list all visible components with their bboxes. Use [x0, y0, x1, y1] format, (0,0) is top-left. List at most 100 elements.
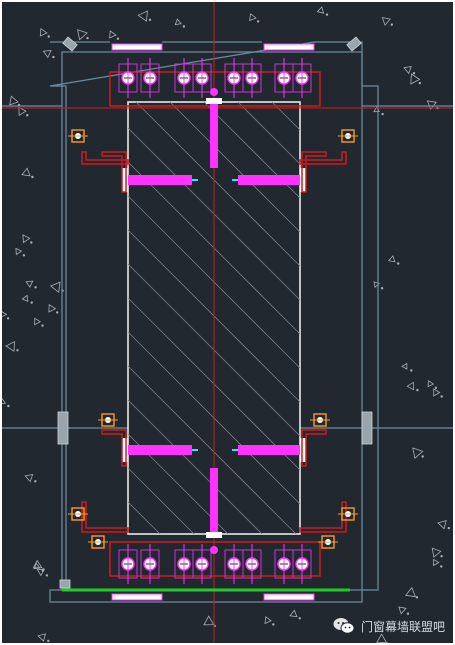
top-fixing-block [109, 43, 321, 107]
h-bolt-left-washer [122, 168, 128, 192]
hatch-dot [47, 35, 50, 38]
watermark: 门窗幕墙联盟吧 [333, 617, 445, 635]
hatch-dot [440, 395, 443, 398]
hatch-triangle [387, 255, 396, 263]
hatch-triangle [24, 473, 34, 483]
hatch-triangle [2, 397, 7, 405]
hatch-dot [22, 254, 26, 257]
hatch-triangle [401, 362, 408, 370]
hatch-triangle [48, 303, 57, 313]
hatch-dot [440, 555, 443, 558]
hatch-dot [434, 386, 438, 390]
hatch-triangle [433, 388, 441, 397]
hatch-dot [410, 369, 413, 372]
hatch-dot [397, 262, 400, 265]
hatch-triangle [5, 341, 15, 352]
bracket-profile [301, 429, 327, 467]
h-bolt-left [128, 175, 192, 185]
hatch-dot [447, 526, 451, 530]
hatch-triangle [437, 520, 447, 530]
hatch-triangle [410, 73, 421, 85]
hatch-triangle [109, 30, 117, 39]
hatch-triangle [406, 381, 415, 391]
hatch-triangle [203, 615, 215, 626]
hatch-dot [31, 175, 34, 179]
hatch-triangle [381, 17, 391, 26]
h-bolt-left [128, 445, 192, 455]
h-bolt-right-washer [300, 168, 306, 192]
hatch-dot [298, 617, 301, 620]
hatch-dot [26, 113, 29, 117]
hatch-dot [440, 565, 443, 568]
hatch-triangle [427, 379, 435, 388]
hatch-triangle [22, 234, 31, 244]
hatch-dot [41, 324, 44, 327]
hatch-triangle [39, 27, 48, 37]
hatch-dot [390, 23, 394, 26]
hatch-triangle [412, 447, 424, 459]
hatch-triangle [433, 558, 440, 567]
bracket-profile [101, 151, 127, 193]
hatch-dot [412, 71, 416, 75]
hatch-dot [418, 81, 422, 85]
hatch-triangle [37, 633, 46, 642]
hatch-triangle [2, 311, 8, 318]
curtain-wall-section-drawing [2, 2, 453, 643]
hatch-dot [7, 404, 10, 408]
hatch-triangle [34, 317, 41, 326]
cad-viewport-frame: 门窗幕墙联盟吧 [0, 0, 455, 645]
hatch-dot [6, 317, 10, 320]
hatch-triangle [25, 280, 34, 288]
hatch-dot [34, 286, 37, 289]
hatch-triangle [9, 95, 19, 106]
hatch-dot [325, 13, 329, 16]
hatch-triangle [316, 6, 325, 14]
bracket-profile [81, 501, 129, 533]
hatch-dot [16, 349, 19, 352]
hatch-triangle [42, 50, 52, 59]
hatch-dot [30, 241, 33, 244]
hatch-triangle [398, 606, 407, 615]
hatch-dot [272, 623, 275, 626]
hatch-dot [56, 311, 59, 314]
h-bolt-right [238, 175, 300, 185]
hatch-dot [380, 287, 384, 290]
hatch-dot [52, 55, 55, 59]
hatch-dot [30, 301, 33, 304]
hatch-dot [45, 574, 49, 577]
hatch-dot [421, 455, 424, 458]
bracket-profile [299, 151, 347, 165]
hatch-triangle [77, 29, 88, 41]
h-bolt-right [238, 445, 300, 455]
hatch-dot [256, 20, 260, 23]
watermark-text: 门窗幕墙联盟吧 [360, 619, 445, 634]
hatch-triangle [431, 547, 442, 558]
hatch-triangle [289, 609, 298, 618]
hatch-dot [406, 612, 410, 615]
hatch-dot [381, 112, 384, 116]
hatch-triangle [15, 247, 23, 256]
hatch-triangle [21, 167, 31, 177]
hatch-dot [34, 480, 37, 483]
wechat-icon [333, 618, 355, 634]
hatch-dot [116, 37, 120, 40]
hatch-triangle [405, 586, 417, 598]
hatch-triangle [174, 18, 182, 26]
hatch-triangle [376, 633, 388, 643]
bracket-profile [81, 151, 129, 165]
h-bolt-left-washer [122, 438, 128, 462]
hatch-dot [182, 25, 186, 28]
bracket-profile [299, 501, 347, 533]
hatch-dot [148, 18, 152, 22]
cad-drawing-canvas[interactable]: 门窗幕墙联盟吧 [2, 2, 453, 643]
hatch-triangle [49, 281, 61, 293]
hatch-triangle [21, 294, 29, 303]
h-bolt-right-washer [300, 438, 306, 462]
hatch-triangle [137, 10, 148, 22]
hatch-dot [47, 639, 50, 643]
hatch-triangle [264, 616, 272, 625]
hatch-dot [415, 596, 419, 599]
hatch-triangle [249, 13, 257, 22]
bracket-profile [101, 429, 127, 467]
bracket-profile [301, 151, 327, 193]
